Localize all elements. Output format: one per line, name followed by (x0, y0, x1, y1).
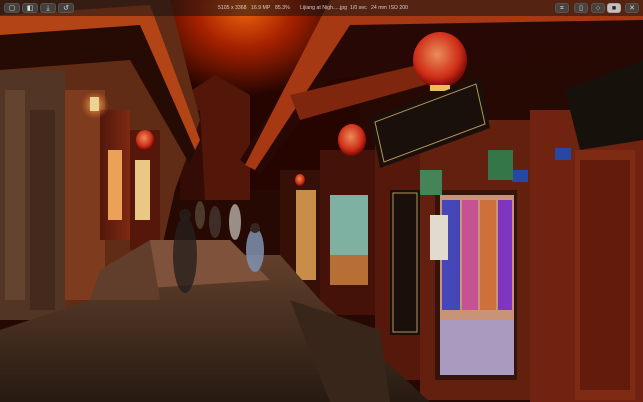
crop-icon[interactable]: ⌗ (555, 3, 569, 13)
image-viewer: ▢ ◧ ⤓ ↺ 5105 x 3368 16.9 MP 85.3% Lijian… (0, 0, 643, 402)
viewer-toolbar: ▢ ◧ ⤓ ↺ 5105 x 3368 16.9 MP 85.3% Lijian… (0, 0, 643, 16)
circle-icon[interactable]: ○ (591, 3, 605, 13)
focal-length: 24 mm (371, 5, 387, 11)
download-icon[interactable]: ⤓ (40, 3, 56, 13)
shutter-speed: 1/0 sec (350, 5, 367, 11)
sidebar-toggle-icon[interactable]: ▢ (4, 3, 20, 13)
image-dimensions: 5105 x 3368 (218, 5, 247, 11)
photo-canvas (0, 0, 643, 402)
split-view-icon[interactable]: ◧ (22, 3, 38, 13)
close-icon[interactable]: ✕ (625, 3, 639, 13)
file-name: Lijiang at Nigh.....jpg (300, 5, 348, 11)
fullscreen-icon[interactable]: ■ (607, 3, 621, 13)
iso-value: ISO 200 (389, 5, 409, 11)
compare-icon[interactable]: ▯ (574, 3, 588, 13)
rotate-icon[interactable]: ↺ (58, 3, 74, 13)
image-megapixels: 16.9 MP (251, 5, 271, 11)
zoom-level: 85.3% (275, 5, 290, 11)
